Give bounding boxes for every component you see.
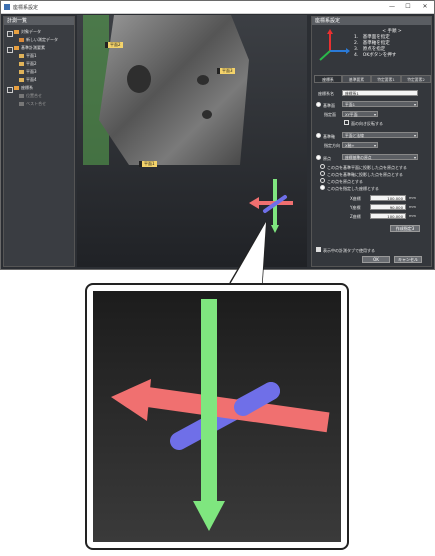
zoom-callout <box>85 283 349 550</box>
axis-triad-zoomed-icon <box>111 299 330 531</box>
zoomed-axis-view <box>93 291 341 542</box>
